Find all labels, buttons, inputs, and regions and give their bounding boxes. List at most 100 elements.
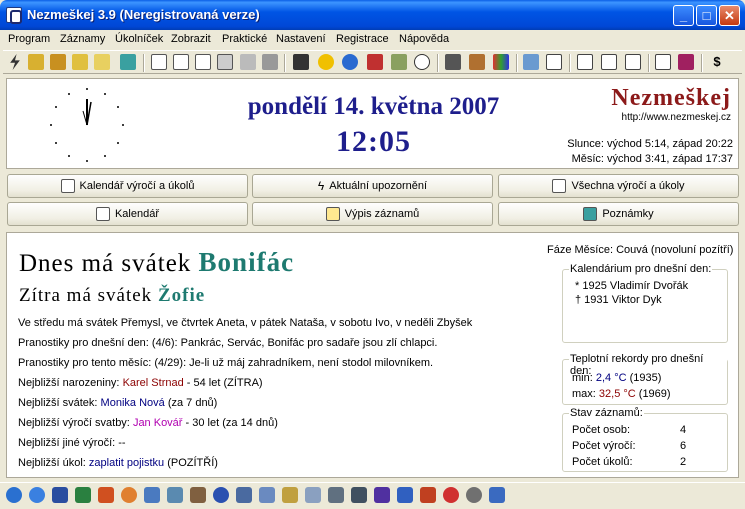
grid-icon[interactable] bbox=[217, 54, 233, 70]
tools-icon[interactable] bbox=[445, 54, 461, 70]
current-alerts-button[interactable]: ϟ Aktuální upozornění bbox=[252, 174, 493, 198]
menu-bar: Program Záznamy Úkolníček Zobrazit Prakt… bbox=[3, 30, 742, 48]
puzzle-icon[interactable] bbox=[420, 487, 436, 503]
wedding-name[interactable]: Jan Kovář bbox=[133, 417, 183, 429]
xp-start-icon[interactable] bbox=[6, 487, 22, 503]
menu-tasks[interactable]: Úkolníček bbox=[115, 33, 163, 45]
today-nameday: Dnes má svátek Bonifác bbox=[19, 247, 294, 278]
list-icon[interactable] bbox=[195, 54, 211, 70]
clock-app-icon[interactable] bbox=[121, 487, 137, 503]
heart-icon[interactable] bbox=[367, 54, 383, 70]
calendar-button[interactable]: Kalendář bbox=[7, 202, 248, 226]
dollar-icon[interactable]: $ bbox=[709, 54, 725, 70]
print-icon[interactable] bbox=[262, 54, 278, 70]
birthday-label: Nejbližší narozeniny: bbox=[18, 377, 120, 389]
network-icon[interactable] bbox=[144, 487, 160, 503]
notes-button[interactable]: Poznámky bbox=[498, 202, 739, 226]
nearest-nameday: Nejbližší svátek: Monika Nová (za 7 dnů) bbox=[18, 397, 217, 409]
image-icon[interactable] bbox=[391, 54, 407, 70]
minimize-button[interactable]: _ bbox=[673, 5, 694, 26]
menu-program[interactable]: Program bbox=[8, 33, 50, 45]
sun-icon[interactable] bbox=[318, 54, 334, 70]
video-icon[interactable] bbox=[190, 487, 206, 503]
chat-icon[interactable] bbox=[328, 487, 344, 503]
camera-icon[interactable] bbox=[351, 487, 367, 503]
note-icon[interactable] bbox=[120, 54, 136, 70]
menu-registration[interactable]: Registrace bbox=[336, 33, 389, 45]
button-label: Poznámky bbox=[602, 208, 654, 220]
toolbox-icon[interactable] bbox=[466, 487, 482, 503]
folder-icon[interactable] bbox=[94, 54, 110, 70]
scanner-icon[interactable] bbox=[374, 487, 390, 503]
game-icon[interactable] bbox=[397, 487, 413, 503]
window-icon[interactable] bbox=[173, 54, 189, 70]
window-app-icon[interactable] bbox=[236, 487, 252, 503]
sun-times: Slunce: východ 5:14, západ 20:22 bbox=[567, 138, 733, 150]
new-note-icon[interactable] bbox=[72, 54, 88, 70]
excel-icon[interactable] bbox=[75, 487, 91, 503]
records-list-button[interactable]: Výpis záznamů bbox=[252, 202, 493, 226]
archive-icon[interactable] bbox=[282, 487, 298, 503]
wizard-icon[interactable] bbox=[167, 487, 183, 503]
temp-max-year: (1969) bbox=[638, 388, 671, 400]
save-icon[interactable] bbox=[50, 54, 66, 70]
export-icon[interactable] bbox=[577, 54, 593, 70]
menu-view[interactable]: Zobrazit bbox=[171, 33, 211, 45]
tomorrow-prefix: Zítra má svátek bbox=[19, 285, 153, 306]
lock-icon[interactable] bbox=[625, 54, 641, 70]
calendar21-icon[interactable] bbox=[151, 54, 167, 70]
birthday-info: - 54 let (ZÍTRA) bbox=[186, 377, 263, 389]
button-label: Aktuální upozornění bbox=[329, 180, 428, 192]
stats-tasks-label: Počet úkolů: bbox=[572, 456, 633, 468]
home-icon[interactable] bbox=[546, 54, 562, 70]
stats-title: Stav záznamů: bbox=[569, 407, 644, 419]
hourglass-icon[interactable] bbox=[469, 54, 485, 70]
document-icon[interactable] bbox=[259, 487, 275, 503]
button-label: Všechna výročí a úkoly bbox=[571, 180, 685, 192]
import-icon[interactable] bbox=[523, 54, 539, 70]
title-bar: Nezmeškej 3.9 (Neregistrovaná verze) _ □… bbox=[0, 0, 745, 30]
nearest-birthday: Nejbližší narozeniny: Karel Strnad - 54 … bbox=[18, 377, 263, 389]
maximize-button[interactable]: □ bbox=[696, 5, 717, 26]
ie-icon[interactable] bbox=[29, 487, 45, 503]
book-icon[interactable] bbox=[240, 54, 256, 70]
menu-settings[interactable]: Nastavení bbox=[276, 33, 326, 45]
nearest-task: Nejbližší úkol: zaplatit pojistku (POZÍT… bbox=[18, 457, 218, 469]
stats-tasks: 2 bbox=[680, 456, 687, 468]
folder-icon bbox=[325, 207, 340, 221]
word-icon[interactable] bbox=[52, 487, 68, 503]
saying-day: Pranostiky pro dnešní den: (4/6): Pankrá… bbox=[18, 337, 438, 349]
week-namedays: Ve středu má svátek Přemysl, ve čtvrtek … bbox=[18, 317, 473, 329]
stats-persons: 4 bbox=[680, 424, 687, 436]
brand-url: http://www.nezmeskej.cz bbox=[621, 112, 731, 123]
menu-help[interactable]: Nápověda bbox=[399, 33, 449, 45]
nameday-name[interactable]: Monika Nová bbox=[101, 397, 165, 409]
all-anniversaries-button[interactable]: Všechna výročí a úkoly bbox=[498, 174, 739, 198]
open-folder-icon[interactable] bbox=[28, 54, 44, 70]
powerpoint-icon[interactable] bbox=[98, 487, 114, 503]
task-name[interactable]: zaplatit pojistku bbox=[89, 457, 164, 469]
binoculars-icon[interactable] bbox=[293, 54, 309, 70]
tree-icon[interactable] bbox=[601, 54, 617, 70]
birthday-name[interactable]: Karel Strnad bbox=[123, 377, 184, 389]
info-book-icon[interactable] bbox=[678, 54, 694, 70]
globe-icon[interactable] bbox=[342, 54, 358, 70]
menu-records[interactable]: Záznamy bbox=[60, 33, 105, 45]
calendarium-born: * 1925 Vladimír Dvořák bbox=[575, 280, 689, 292]
palette-icon[interactable] bbox=[493, 54, 509, 70]
button-label: Kalendář výročí a úkolů bbox=[79, 180, 195, 192]
media-player-icon[interactable] bbox=[213, 487, 229, 503]
other-label: Nejbližší jiné výročí: bbox=[18, 437, 116, 449]
settings-app-icon[interactable] bbox=[489, 487, 505, 503]
anniversaries-tasks-button[interactable]: Kalendář výročí a úkolů bbox=[7, 174, 248, 198]
close-button[interactable]: ✕ bbox=[719, 5, 740, 26]
clock-icon[interactable] bbox=[414, 54, 430, 70]
shield-icon[interactable] bbox=[305, 487, 321, 503]
calendarium-title: Kalendárium pro dnešní den: bbox=[569, 263, 713, 275]
lightning-icon[interactable] bbox=[10, 54, 20, 70]
task-label: Nejbližší úkol: bbox=[18, 457, 86, 469]
temp-max-value: 32,5 °C bbox=[598, 388, 636, 400]
menu-practical[interactable]: Praktické bbox=[222, 33, 267, 45]
help-icon[interactable] bbox=[655, 54, 671, 70]
battery-icon[interactable] bbox=[443, 487, 459, 503]
